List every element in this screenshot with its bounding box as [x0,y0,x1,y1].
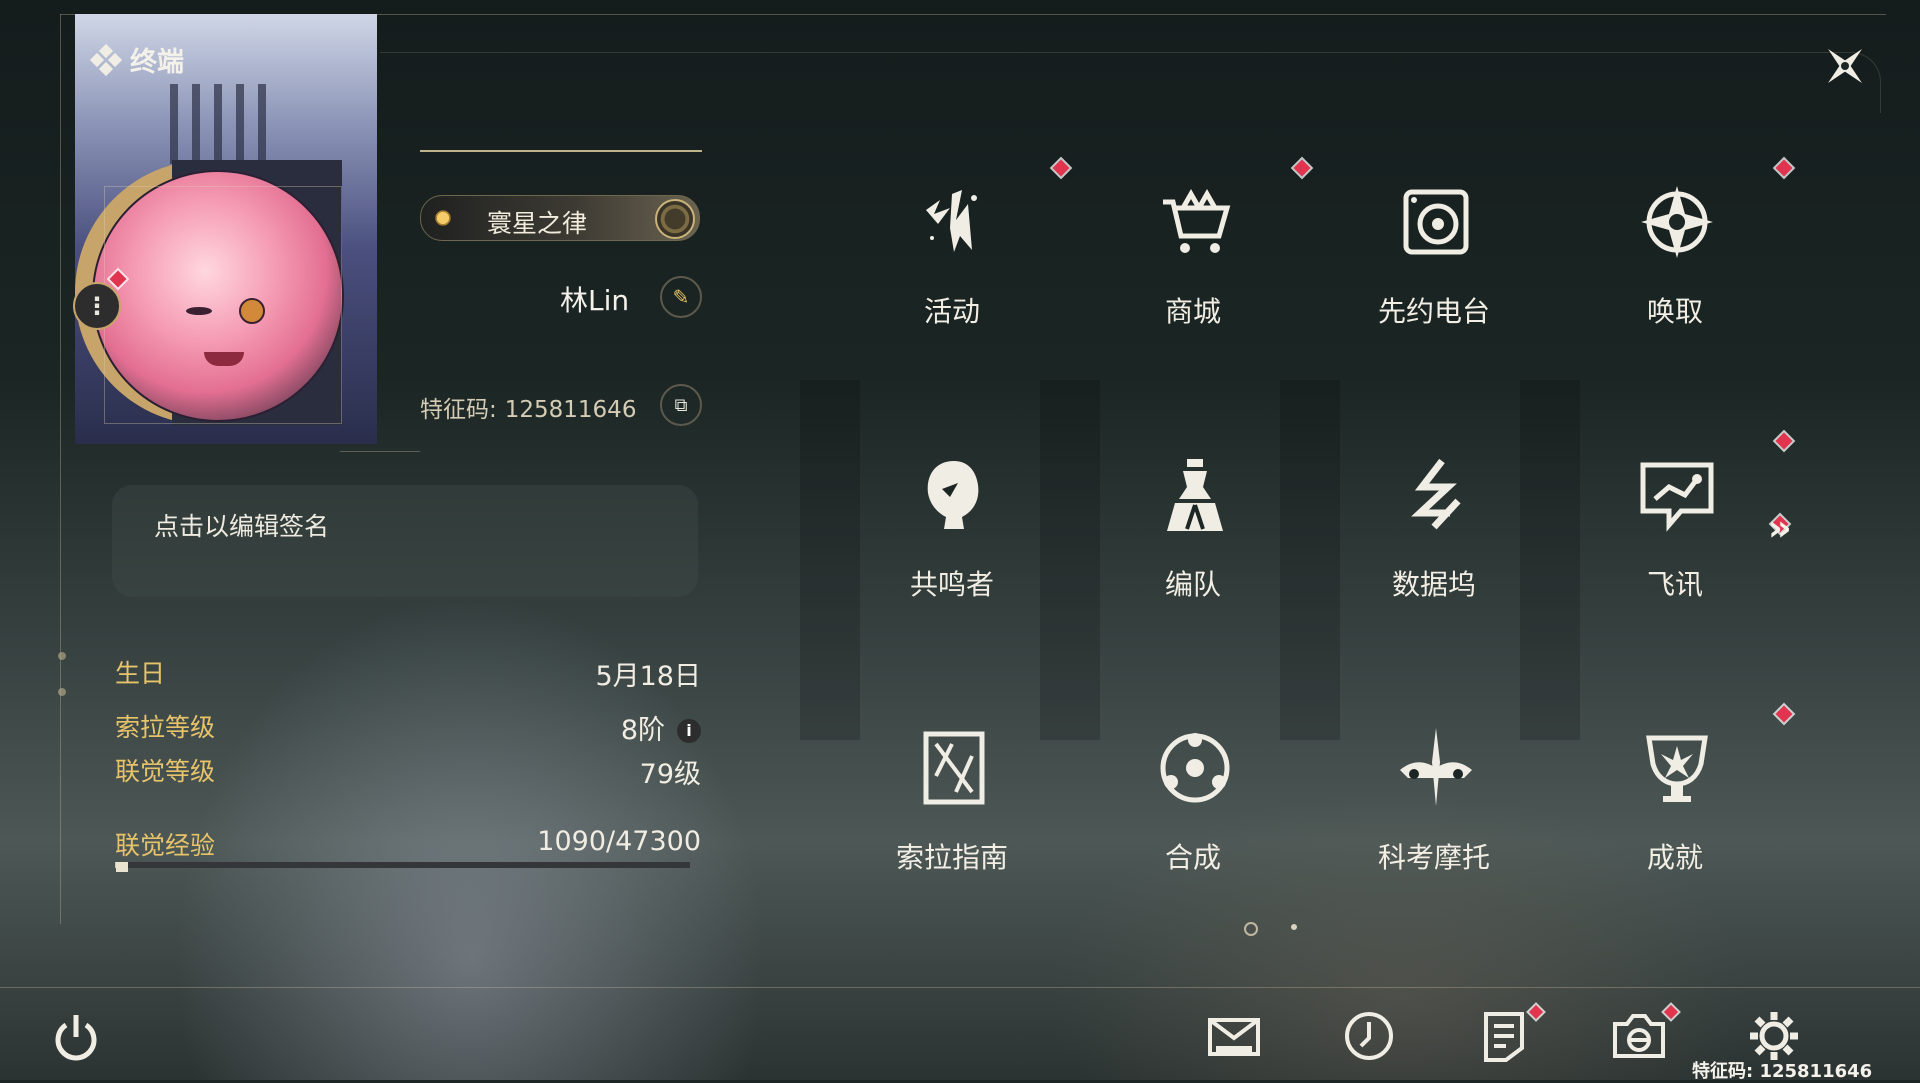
guidebook-icon [912,726,996,810]
tile-messages[interactable]: 飞讯 [1575,413,1793,613]
rank-badge[interactable]: 寰星之律 [420,195,700,241]
footer-divider [0,987,1920,988]
frame-left-border [60,14,61,924]
motorbike-icon [1394,726,1478,810]
rank-label: 寰星之律 [487,209,588,238]
exp-progress-marker [116,862,128,872]
namecard-silhouettes [170,84,280,164]
stat-value: 5月18日 [595,661,701,692]
avatar-more-button[interactable]: ⋮ [73,282,121,330]
gear-icon [1750,1012,1798,1060]
notice-document-icon [1484,1012,1524,1062]
close-icon [1828,49,1862,83]
tile-label: 数据坞 [1391,568,1476,601]
panel-side-dot [58,688,66,696]
power-button[interactable] [46,1007,106,1067]
tile-label: 成就 [1646,841,1703,874]
mail-icon [1208,1018,1260,1056]
tile-label: 商城 [1164,295,1221,328]
history-button[interactable] [1339,1006,1399,1066]
tile-label: 索拉指南 [895,841,1008,874]
tile-label: 先约电台 [1377,295,1490,328]
mail-button[interactable] [1204,1006,1264,1066]
avatar-frame [104,186,342,424]
tile-motorbike[interactable]: 科考摩托 [1334,686,1534,886]
tile-team[interactable]: 编队 [1093,413,1293,613]
stat-birthday: 生日 5月18日 [115,654,703,694]
tile-resonators[interactable]: 共鸣者 [852,413,1052,613]
footer-uid: 特征码: 125811646 [1692,1061,1873,1082]
tile-synthesis[interactable]: 合成 [1093,686,1293,886]
stat-label: 联觉经验 [115,831,216,860]
exp-progress-bar [115,862,690,868]
uid-divider [340,451,420,452]
tile-radio[interactable]: 先约电台 [1334,140,1534,340]
tile-label: 编队 [1164,568,1221,601]
pager-dot-2[interactable] [1291,924,1297,930]
next-page-button[interactable]: ›› [1768,508,1792,549]
stat-union-level: 联觉等级 79级 [115,752,703,792]
tile-shop[interactable]: 商城 [1093,140,1311,340]
chat-message-icon [1635,453,1719,537]
radio-icon [1394,180,1478,264]
chess-team-icon [1153,453,1237,537]
info-icon[interactable]: i [677,719,701,743]
camera-icon [1613,1014,1665,1058]
tile-label: 合成 [1164,841,1221,874]
copy-icon: ⧉ [674,394,688,416]
stat-value: 8阶 [620,715,665,746]
player-name: 林Lin [560,284,630,317]
camera-button[interactable] [1609,1006,1669,1066]
notice-button[interactable] [1474,1006,1534,1066]
clock-icon [1345,1012,1393,1060]
stat-label: 生日 [115,659,166,688]
stat-label: 索拉等级 [115,713,216,742]
terminal-logo-icon [89,43,123,76]
stat-union-exp: 联觉经验 1090/47300 [115,826,703,866]
pencil-icon: ✎ [672,285,690,309]
tile-label: 活动 [923,295,980,328]
uid-value: 125811646 [504,397,637,423]
page-title-text: 终端 [130,47,184,78]
page-title: 终端 [89,40,184,79]
shop-cart-icon [1153,180,1237,264]
sun-emblem-icon [431,206,455,230]
tile-label: 唤取 [1646,295,1703,328]
tile-convene[interactable]: 唤取 [1575,140,1793,340]
trophy-icon [1635,726,1719,810]
tile-activity[interactable]: 活动 [852,140,1070,340]
data-bank-icon [1394,453,1478,537]
copy-uid-button[interactable]: ⧉ [660,384,702,426]
tile-label: 共鸣者 [909,568,994,601]
name-divider [420,150,702,152]
pager-dot-1[interactable] [1244,922,1258,936]
activity-icon [912,180,996,264]
resonator-head-icon [912,453,996,537]
stat-value-wrap: 8阶 i [621,708,701,747]
stat-value: 79级 [639,759,701,790]
edit-name-button[interactable]: ✎ [660,276,702,318]
signature-field[interactable]: 点击以编辑签名 [112,485,698,597]
tile-achievements[interactable]: 成就 [1575,686,1793,886]
rank-emblem-icon [655,199,695,239]
uid-display: 特征码: 125811646 [420,390,636,424]
stat-value: 1090/47300 [537,826,701,857]
power-icon [55,1015,97,1061]
stat-sol-rank: 索拉等级 8阶 i [115,708,703,748]
synthesis-icon [1153,726,1237,810]
double-chevron-right-icon: ›› [1768,508,1792,549]
tile-data-bank[interactable]: 数据坞 [1334,413,1534,613]
signature-placeholder: 点击以编辑签名 [154,512,330,541]
stat-label: 联觉等级 [115,757,216,786]
more-vertical-icon: ⋮ [85,292,109,320]
tile-label: 飞讯 [1646,568,1703,601]
frame-inner-border [380,52,1881,113]
tile-label: 科考摩托 [1377,841,1490,874]
tile-guidebook[interactable]: 索拉指南 [852,686,1052,886]
panel-side-dot [58,652,66,660]
close-button[interactable] [1815,36,1875,96]
uid-label: 特征码: [420,397,497,423]
convene-icon [1635,180,1719,264]
